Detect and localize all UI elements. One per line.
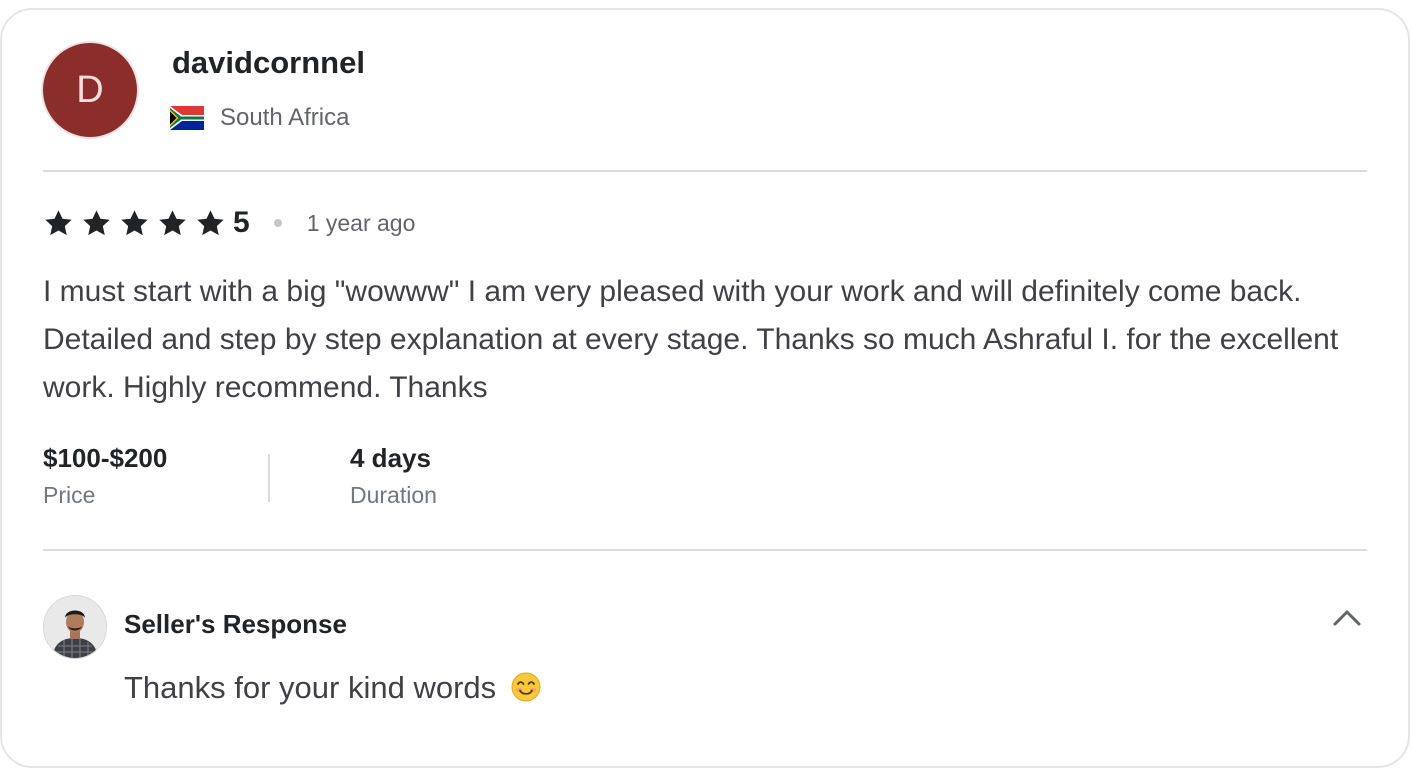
price-value: $100-$200 [43, 443, 168, 473]
seller-response-text-row: Thanks for your kind words [124, 670, 541, 706]
chevron-up-icon[interactable] [1330, 605, 1364, 631]
star-icon [197, 209, 224, 235]
meta-divider [268, 454, 270, 502]
smiling-face-emoji-icon [511, 672, 541, 702]
seller-photo [44, 596, 106, 658]
reviewer-avatar-initial: D [76, 68, 104, 111]
seller-response-text: Thanks for your kind words [124, 670, 497, 705]
response-divider [43, 549, 1367, 551]
header-divider [43, 170, 1367, 172]
star-rating [43, 208, 233, 239]
price-label: Price [43, 482, 96, 508]
star-icon [83, 209, 110, 235]
review-time: 1 year ago [306, 209, 416, 236]
reviewer-avatar[interactable]: D [43, 43, 137, 137]
reviewer-country-row: South Africa [170, 104, 349, 132]
duration-block: 4 days Duration [350, 440, 437, 509]
star-icon [159, 209, 186, 235]
rating-row: 5 1 year ago [43, 202, 415, 244]
rating-value: 5 [233, 206, 250, 239]
reviewer-country: South Africa [220, 104, 350, 131]
star-icon [45, 209, 72, 235]
duration-label: Duration [350, 482, 437, 508]
seller-response-title: Seller's Response [124, 609, 347, 639]
south-africa-flag-icon [170, 106, 204, 130]
order-meta: $100-$200 Price 4 days Duration [43, 440, 437, 509]
seller-avatar[interactable] [43, 595, 107, 659]
duration-value: 4 days [350, 443, 431, 473]
reviewer-username[interactable]: davidcornnel [172, 45, 365, 81]
review-text: I must start with a big "wowww" I am ver… [43, 275, 1339, 404]
star-icon [121, 209, 148, 235]
price-block: $100-$200 Price [43, 440, 268, 509]
separator-dot [273, 219, 282, 227]
